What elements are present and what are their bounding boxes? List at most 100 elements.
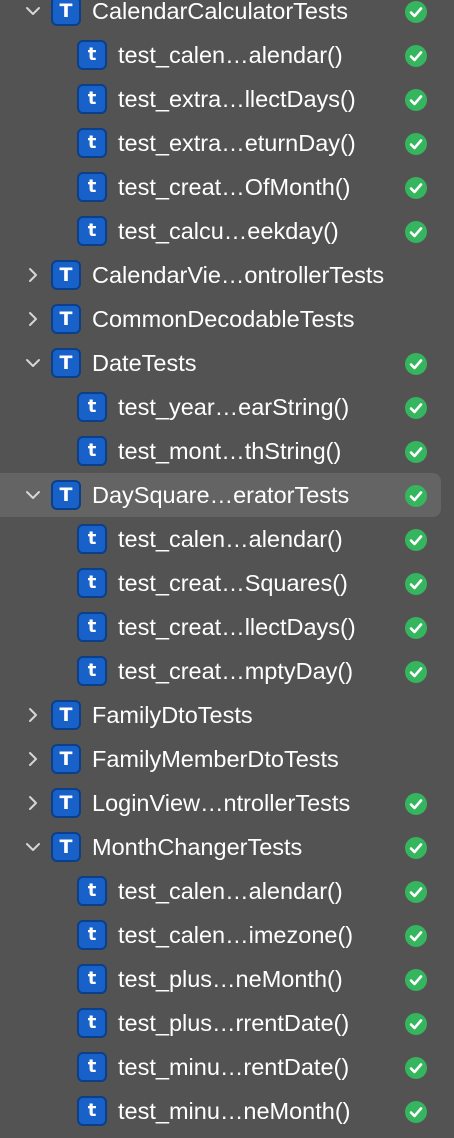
checkmark-circle-icon[interactable] (404, 880, 428, 904)
test-method-row[interactable]: t test_creat…mptyDay() (0, 649, 454, 693)
test-method-row[interactable]: t test_minu…rentDate() (0, 1045, 454, 1089)
test-method-icon: t (77, 1052, 107, 1082)
test-method-icon: t (77, 392, 107, 422)
checkmark-circle-icon[interactable] (404, 616, 428, 640)
test-method-icon: t (77, 568, 107, 598)
test-method-icon: t (77, 612, 107, 642)
test-case-label: CommonDecodableTests (92, 306, 355, 332)
checkmark-circle-icon[interactable] (404, 1012, 428, 1036)
test-method-label: test_year…earString() (118, 394, 350, 420)
test-method-icon: t (77, 524, 107, 554)
test-method-label: test_minu…rentDate() (118, 1054, 350, 1080)
test-class-icon: T (51, 260, 81, 290)
test-method-row[interactable]: t test_calen…alendar() (0, 869, 454, 913)
test-method-label: test_calcu…eekday() (118, 218, 339, 244)
test-method-label: test_creat…mptyDay() (118, 658, 354, 684)
checkmark-circle-icon[interactable] (404, 528, 428, 552)
test-method-row[interactable]: t test_extra…eturnDay() (0, 121, 454, 165)
test-method-row[interactable]: t test_mont…thString() (0, 429, 454, 473)
test-method-row[interactable]: t test_calcu…eekday() (0, 209, 454, 253)
test-case-label: DateTests (92, 350, 197, 376)
test-case-row[interactable]: T MonthChangerTests (0, 825, 454, 869)
test-method-row[interactable]: t test_calen…alendar() (0, 33, 454, 77)
test-case-row[interactable]: T DateTests (0, 341, 454, 385)
test-method-icon: t (77, 920, 107, 950)
chevron-down-icon[interactable] (23, 353, 43, 373)
test-method-icon: t (77, 436, 107, 466)
test-method-label: test_creat…OfMonth() (118, 174, 351, 200)
checkmark-circle-icon[interactable] (404, 352, 428, 376)
chevron-right-icon[interactable] (23, 793, 43, 813)
test-class-icon: T (51, 700, 81, 730)
checkmark-circle-icon[interactable] (404, 924, 428, 948)
checkmark-circle-icon[interactable] (404, 572, 428, 596)
test-case-row[interactable]: T FamilyMemberDtoTests (0, 737, 454, 781)
test-method-label: test_minu…neMonth() (118, 1098, 351, 1124)
test-case-label: FamilyMemberDtoTests (92, 746, 339, 772)
test-method-label: test_calen…alendar() (118, 526, 343, 552)
test-method-label: test_calen…alendar() (118, 878, 343, 904)
test-method-label: test_extra…llectDays() (118, 86, 356, 112)
test-class-icon: T (51, 0, 81, 26)
test-method-row[interactable]: t test_extra…llectDays() (0, 77, 454, 121)
test-method-row[interactable]: t test_creat…llectDays() (0, 605, 454, 649)
test-method-icon: t (77, 84, 107, 114)
test-method-icon: t (77, 1008, 107, 1038)
test-method-label: test_plus…neMonth() (118, 966, 343, 992)
test-case-label: CalendarVie…ontrollerTests (92, 262, 385, 288)
test-method-row[interactable]: t test_minu…neMonth() (0, 1089, 454, 1133)
test-case-row[interactable]: T CommonDecodableTests (0, 297, 454, 341)
test-case-label: CalendarCalculatorTests (92, 0, 349, 24)
test-method-label: test_calen…alendar() (118, 42, 343, 68)
test-class-icon: T (51, 480, 81, 510)
test-method-row[interactable]: t test_plus…neMonth() (0, 957, 454, 1001)
test-class-icon: T (51, 832, 81, 862)
chevron-right-icon[interactable] (23, 265, 43, 285)
checkmark-circle-icon[interactable] (404, 440, 428, 464)
checkmark-circle-icon[interactable] (404, 836, 428, 860)
checkmark-circle-icon[interactable] (404, 44, 428, 68)
test-method-row[interactable]: t test_creat…OfMonth() (0, 165, 454, 209)
test-method-label: test_creat…Squares() (118, 570, 348, 596)
checkmark-circle-icon[interactable] (404, 1056, 428, 1080)
checkmark-circle-icon[interactable] (404, 220, 428, 244)
test-case-row[interactable]: T LoginView…ntrollerTests (0, 781, 454, 825)
test-method-row[interactable]: t test_year…earString() (0, 385, 454, 429)
test-method-icon: t (77, 40, 107, 70)
checkmark-circle-icon[interactable] (404, 968, 428, 992)
test-navigator: T CalendarCalculatorTests t test_calen…alen… (0, 0, 454, 1138)
checkmark-circle-icon[interactable] (404, 484, 428, 508)
test-method-row[interactable]: t test_creat…Squares() (0, 561, 454, 605)
test-class-icon: T (51, 744, 81, 774)
test-method-icon: t (77, 964, 107, 994)
test-method-icon: t (77, 876, 107, 906)
chevron-right-icon[interactable] (23, 705, 43, 725)
test-method-row[interactable]: t test_calen…alendar() (0, 517, 454, 561)
checkmark-circle-icon[interactable] (404, 176, 428, 200)
chevron-down-icon[interactable] (23, 485, 43, 505)
checkmark-circle-icon[interactable] (404, 660, 428, 684)
chevron-down-icon[interactable] (23, 837, 43, 857)
test-case-row[interactable]: T DaySquare…eratorTests (0, 473, 454, 517)
test-case-row[interactable]: T CalendarCalculatorTests (0, 0, 454, 33)
test-method-row[interactable]: t test_plus…rrentDate() (0, 1001, 454, 1045)
checkmark-circle-icon[interactable] (404, 792, 428, 816)
test-class-icon: T (51, 348, 81, 378)
checkmark-circle-icon[interactable] (404, 88, 428, 112)
checkmark-circle-icon[interactable] (404, 0, 428, 24)
chevron-right-icon[interactable] (23, 749, 43, 769)
test-method-label: test_plus…rrentDate() (118, 1010, 350, 1036)
test-class-icon: T (51, 304, 81, 334)
checkmark-circle-icon[interactable] (404, 1100, 428, 1124)
test-method-icon: t (77, 1096, 107, 1126)
chevron-right-icon[interactable] (23, 309, 43, 329)
test-case-label: MonthChangerTests (92, 834, 303, 860)
test-method-icon: t (77, 656, 107, 686)
test-method-row[interactable]: t test_calen…imezone() (0, 913, 454, 957)
checkmark-circle-icon[interactable] (404, 132, 428, 156)
test-case-row[interactable]: T CalendarVie…ontrollerTests (0, 253, 454, 297)
test-case-row[interactable]: T FamilyDtoTests (0, 693, 454, 737)
test-case-label: FamilyDtoTests (92, 702, 253, 728)
checkmark-circle-icon[interactable] (404, 396, 428, 420)
chevron-down-icon[interactable] (23, 1, 43, 21)
